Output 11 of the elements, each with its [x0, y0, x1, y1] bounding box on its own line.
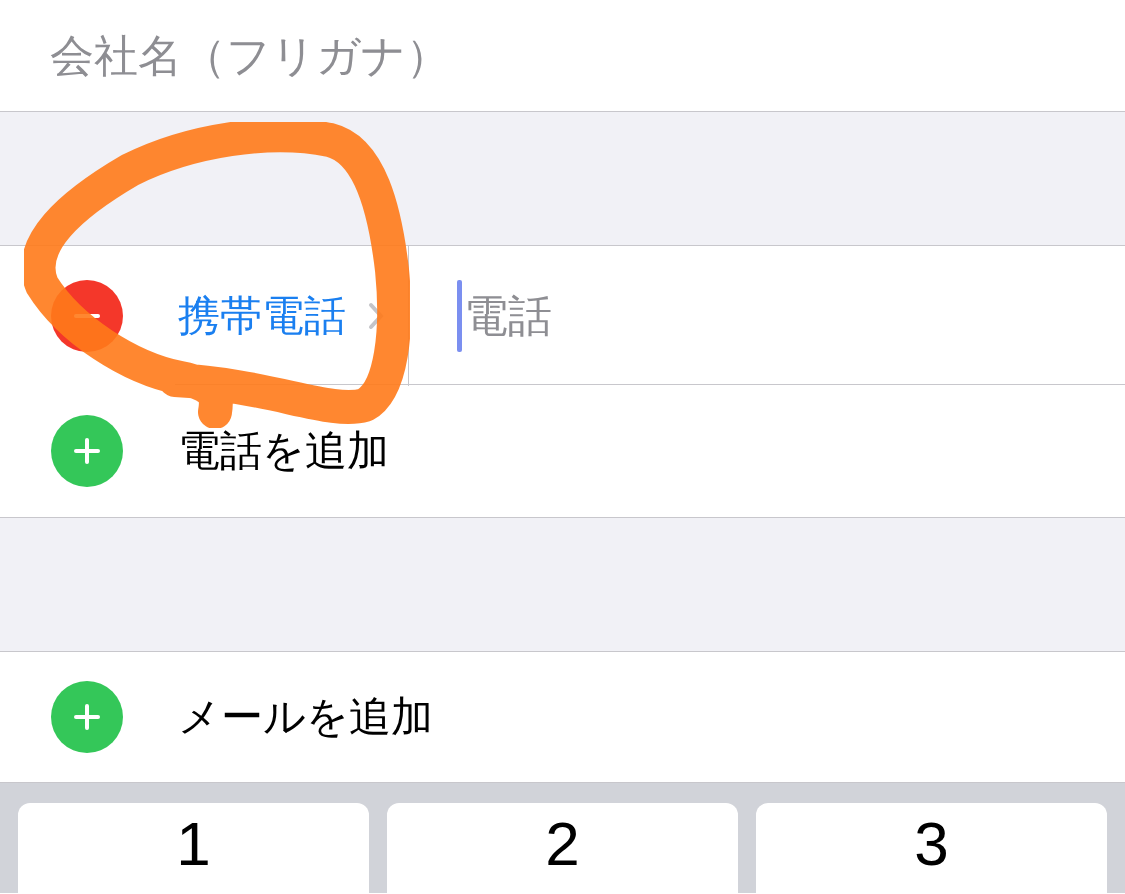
add-icon[interactable] — [50, 680, 124, 754]
phone-field[interactable]: 電話 — [464, 290, 864, 341]
company-phonetic-field[interactable]: 会社名（フリガナ） — [50, 30, 650, 81]
keyboard-key[interactable]: 3 — [756, 803, 1107, 894]
phone-label-button[interactable]: 携帯電話 — [178, 287, 346, 344]
keyboard-key[interactable]: 1 — [18, 803, 369, 894]
keyboard-key[interactable]: 2 — [387, 803, 738, 894]
remove-icon[interactable] — [50, 278, 124, 353]
add-icon[interactable] — [50, 414, 124, 488]
add-phone-button[interactable]: 電話を追加 — [178, 423, 389, 479]
add-email-button[interactable]: メールを追加 — [178, 689, 433, 745]
